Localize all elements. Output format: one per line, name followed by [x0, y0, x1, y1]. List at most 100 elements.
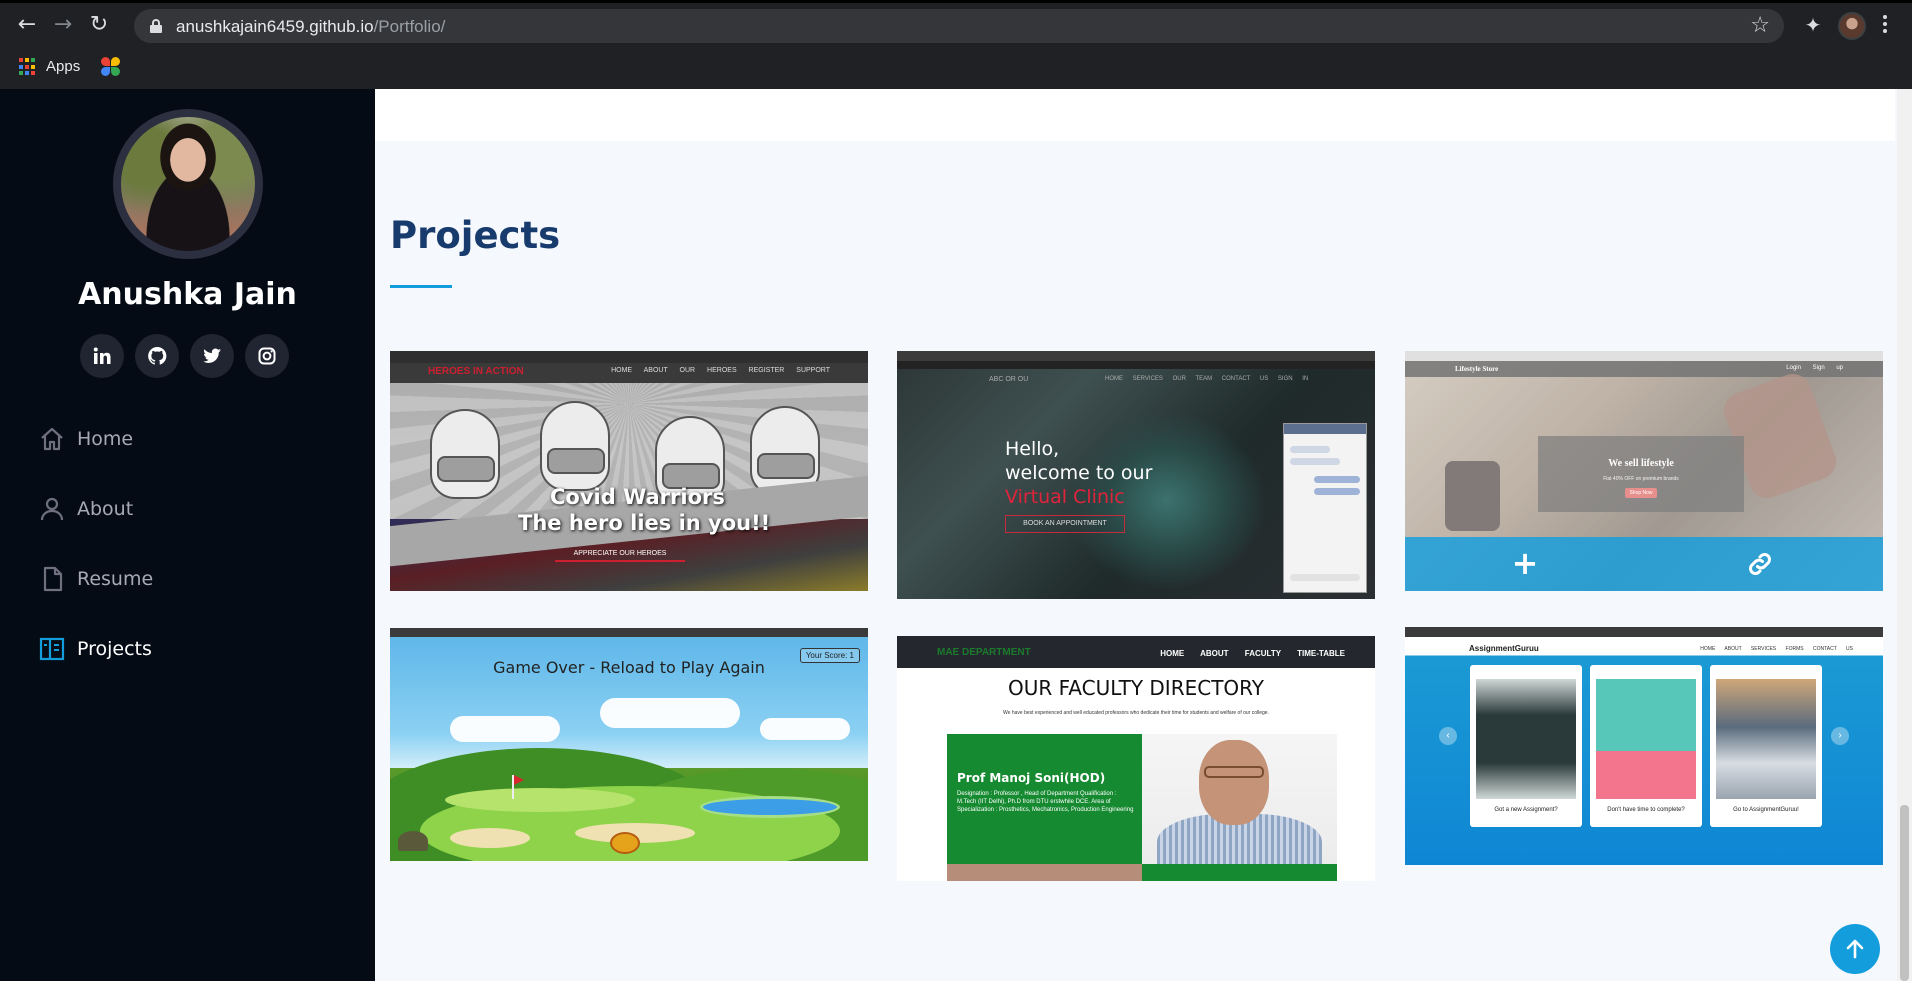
slide-caption: Got a new Assignment?	[1494, 807, 1558, 813]
covid-nav-links: HOME ABOUT OUR HEROES REGISTER SUPPORT	[611, 367, 830, 374]
nav-home-label: Home	[77, 428, 134, 450]
assignment-brand: AssignmentGuruu	[1469, 644, 1539, 653]
covid-headline: Covid Warriors	[550, 485, 725, 509]
water-hazard	[700, 796, 840, 818]
putting-green	[445, 788, 635, 812]
section-title: Projects	[390, 214, 561, 257]
mask	[547, 448, 605, 474]
file-icon	[38, 565, 66, 593]
scrollbar-thumb[interactable]	[1900, 805, 1909, 981]
screenshot-browser-bar	[1405, 627, 1883, 637]
main-content: Projects HEROES IN ACTION HOME ABOUT OUR…	[375, 89, 1912, 981]
project-card-golf[interactable]: Game Over - Reload to Play Again Your Sc…	[390, 628, 868, 861]
reload-icon[interactable]: ↻	[86, 12, 112, 38]
game-over-text: Game Over - Reload to Play Again	[493, 658, 765, 677]
address-bar[interactable]: anushkajain6459.github.io/Portfolio/ ☆	[134, 9, 1784, 43]
nav-about[interactable]: About	[38, 489, 298, 529]
cloud	[450, 716, 560, 742]
clinic-virtual: Virtual Clinic	[1005, 486, 1125, 508]
professor-details: Designation : Professor , Head of Depart…	[957, 791, 1134, 813]
back-to-top-button[interactable]	[1830, 924, 1880, 974]
url-text[interactable]: anushkajain6459.github.io/Portfolio/	[176, 17, 445, 37]
project-card-lifestyle[interactable]: Lifestyle Store Login Sign up We sell li…	[1405, 351, 1883, 591]
clinic-logo: ABC OR OU	[989, 376, 1029, 383]
covid-subheadline: The hero lies in you!!	[518, 511, 771, 535]
book-icon	[38, 635, 66, 663]
plus-icon[interactable]: +	[1510, 543, 1540, 583]
nav-projects-label: Projects	[77, 638, 152, 660]
slide-caption: Don't have time to complete?	[1607, 807, 1685, 813]
cloud	[600, 698, 740, 728]
previous-section-band	[375, 89, 1895, 141]
sand-bunker	[450, 828, 530, 848]
social-links	[80, 334, 300, 378]
next-professor-photo	[947, 864, 1142, 881]
nav-about-label: About	[77, 498, 134, 520]
bird-sprite	[610, 832, 640, 854]
nav-home[interactable]: Home	[38, 419, 298, 459]
hero-figure	[540, 401, 610, 491]
instagram-icon[interactable]	[245, 334, 289, 378]
assignment-nav-links: HOME ABOUT SERVICES FORMS CONTACT US	[1700, 646, 1853, 652]
nav-resume[interactable]: Resume	[38, 559, 298, 599]
mask	[757, 453, 815, 479]
carousel-slide: Don't have time to complete?	[1590, 665, 1702, 827]
lock-icon[interactable]	[150, 19, 162, 33]
cloud	[760, 718, 850, 740]
nav-projects[interactable]: Projects	[38, 629, 298, 669]
page-scrollbar[interactable]	[1897, 89, 1912, 981]
menu-icon[interactable]	[1880, 12, 1890, 38]
mask	[437, 456, 495, 482]
bookmarks-bar: Apps	[0, 52, 1912, 82]
covid-cta: APPRECIATE OUR HEROES	[555, 546, 685, 562]
clinic-welcome-line: welcome to our	[1005, 462, 1153, 484]
project-card-faculty[interactable]: MAE DEPARTMENT HOME ABOUT FACULTY TIME-T…	[897, 636, 1375, 881]
faculty-title: OUR FACULTY DIRECTORY	[1007, 676, 1264, 700]
score-badge: Your Score: 1	[799, 648, 860, 663]
link-icon[interactable]	[1745, 549, 1775, 579]
next-professor-info-box	[1142, 864, 1337, 881]
apps-icon[interactable]	[19, 58, 37, 76]
project-card-clinic[interactable]: ABC OR OU HOME SERVICES OUR TEAM CONTACT…	[897, 351, 1375, 599]
slide-caption: Go to AssignmentGuruu!	[1733, 807, 1799, 813]
professor-name: Prof Manoj Soni(HOD)	[957, 771, 1106, 785]
clinic-hello: Hello,	[1005, 438, 1060, 460]
faculty-nav-links: HOME ABOUT FACULTY TIME-TABLE	[1160, 649, 1345, 658]
professor-info-box: Prof Manoj Soni(HOD) Designation : Profe…	[947, 734, 1142, 864]
screenshot-browser-bar	[390, 628, 868, 637]
clinic-welcome: Hello, welcome to our Virtual Clinic	[1005, 437, 1152, 509]
carousel-prev-icon: ‹	[1439, 727, 1457, 745]
carousel-slide: Got a new Assignment?	[1470, 665, 1582, 827]
arrow-up-icon	[1846, 939, 1864, 959]
twitter-icon[interactable]	[190, 334, 234, 378]
clinic-cta: BOOK AN APPOINTMENT	[1005, 515, 1125, 533]
clinic-nav-links: HOME SERVICES OUR TEAM CONTACT US SIGN I…	[1105, 376, 1309, 382]
covid-brand: HEROES IN ACTION	[428, 366, 524, 377]
nav-resume-label: Resume	[77, 568, 154, 590]
github-icon[interactable]	[135, 334, 179, 378]
bookmark-apps[interactable]: Apps	[46, 58, 80, 75]
browser-chrome: ← → ↻ anushkajain6459.github.io/Portfoli…	[0, 0, 1912, 89]
chat-widget	[1283, 423, 1367, 593]
project-card-assignment[interactable]: AssignmentGuruu HOME ABOUT SERVICES FORM…	[1405, 627, 1883, 865]
google-photos-icon[interactable]	[101, 57, 121, 77]
carousel-slide: Go to AssignmentGuruu!	[1710, 665, 1822, 827]
back-icon[interactable]: ←	[14, 12, 40, 38]
profile-avatar[interactable]	[1838, 12, 1866, 40]
professor-photo	[1142, 734, 1337, 864]
user-icon	[38, 495, 66, 523]
forward-icon[interactable]: →	[50, 12, 76, 38]
faculty-brand: MAE DEPARTMENT	[937, 647, 1031, 658]
extensions-icon[interactable]: ✦	[1801, 13, 1825, 37]
home-icon	[38, 425, 66, 453]
screenshot-bookmark-bar	[897, 361, 1375, 369]
linkedin-icon[interactable]	[80, 334, 124, 378]
title-underline	[390, 285, 452, 288]
faculty-description: We have best experienced and well educat…	[1003, 710, 1269, 716]
sidebar: Anushka Jain Home About Resume Projects	[0, 89, 375, 981]
screenshot-browser-bar	[897, 351, 1375, 361]
project-card-covid[interactable]: HEROES IN ACTION HOME ABOUT OUR HEROES R…	[390, 351, 868, 591]
profile-photo	[113, 109, 263, 259]
star-icon[interactable]: ☆	[1750, 13, 1770, 38]
flag-icon	[514, 775, 524, 785]
